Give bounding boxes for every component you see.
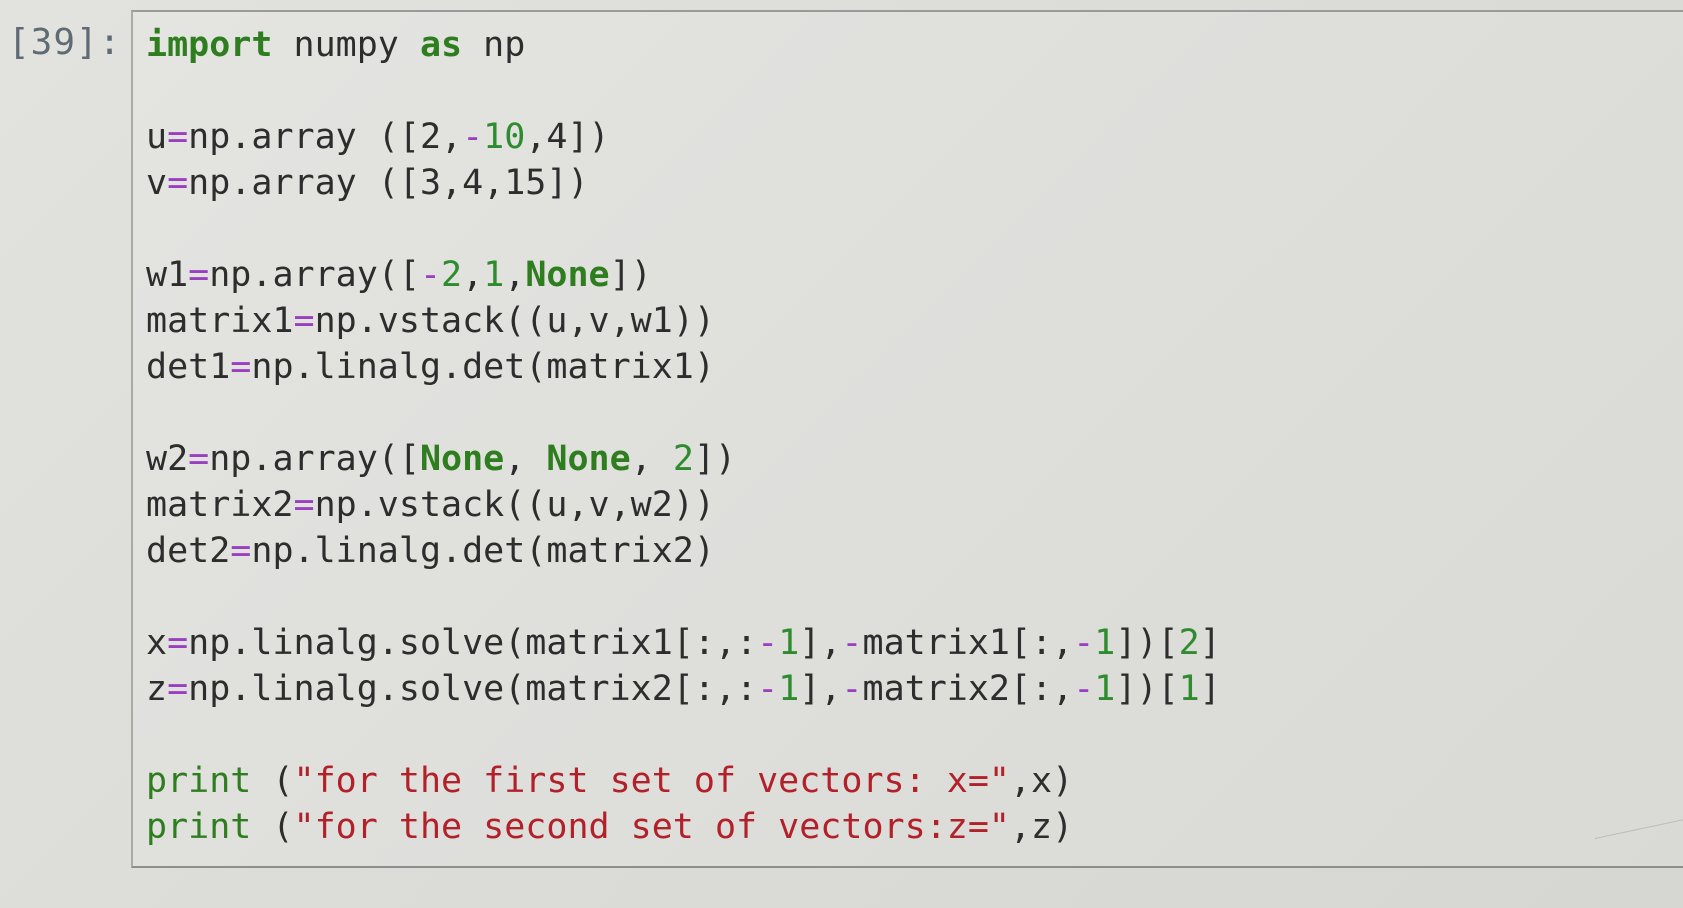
operator-token: -: [419, 255, 442, 295]
operator-token: -: [1073, 623, 1095, 663]
blank-code-line: [146, 390, 1221, 436]
operator-token: -: [757, 669, 779, 709]
identifier-token: matrix1[:,: [862, 623, 1074, 663]
code-line: import numpy as np: [146, 22, 1221, 68]
code-line: print ("for the first set of vectors: x=…: [146, 758, 1221, 804]
number-token: 2: [441, 255, 463, 295]
identifier-token: np.vstack((u,v,w2)): [314, 485, 715, 525]
code-line: matrix1=np.vstack((u,v,w1)): [146, 298, 1221, 344]
number-token: 1: [1094, 669, 1116, 709]
identifier-token: z: [146, 669, 168, 709]
identifier-token: w2: [146, 439, 189, 479]
code-line: w2=np.array([None, None, 2]): [146, 436, 1221, 482]
identifier-token: np.vstack((u,v,w1)): [314, 301, 715, 341]
identifier-token: np.linalg.solve(matrix2[:,:: [188, 669, 758, 709]
identifier-token: ,4]): [525, 117, 610, 157]
identifier-token: det2: [146, 531, 231, 571]
identifier-token: ,z): [1009, 807, 1074, 847]
code-line: z=np.linalg.solve(matrix2[:,:-1],-matrix…: [146, 666, 1221, 712]
identifier-token: np.array ([2,: [188, 117, 463, 157]
identifier-token: ]): [609, 255, 652, 295]
string-token: "for the second set of vectors:z=": [293, 807, 1010, 847]
number-token: 1: [778, 623, 800, 663]
operator-token: =: [167, 163, 189, 203]
keyword-token: import: [146, 25, 273, 65]
operator-token: =: [293, 301, 315, 341]
code-line: matrix2=np.vstack((u,v,w2)): [146, 482, 1221, 528]
builtin-token: print: [146, 807, 252, 847]
identifier-token: ],: [799, 669, 842, 709]
code-line: w1=np.array([-2,1,None]): [146, 252, 1221, 298]
code-editor[interactable]: import numpy as np u=np.array ([2,-10,4])…: [146, 22, 1221, 850]
identifier-token: np: [462, 25, 526, 65]
identifier-token: det1: [146, 347, 231, 387]
operator-token: =: [188, 255, 210, 295]
blank-code-line: [146, 574, 1221, 620]
identifier-token: ]): [693, 439, 737, 479]
code-line: x=np.linalg.solve(matrix1[:,:-1],-matrix…: [146, 620, 1221, 666]
keyword-token: None: [546, 439, 631, 479]
number-token: 1: [1094, 623, 1116, 663]
operator-token: -: [841, 623, 863, 663]
identifier-token: x: [146, 623, 168, 663]
identifier-token: v: [146, 163, 168, 203]
number-token: 2: [1178, 623, 1200, 663]
execution-count-prompt: [39]:: [8, 22, 122, 63]
operator-token: -: [1073, 669, 1095, 709]
identifier-token: ,: [504, 439, 547, 479]
identifier-token: matrix1: [146, 301, 294, 341]
code-line: u=np.array ([2,-10,4]): [146, 114, 1221, 160]
code-line: v=np.array ([3,4,15]): [146, 160, 1221, 206]
identifier-token: w1: [146, 255, 189, 295]
keyword-token: as: [419, 25, 463, 65]
identifier-token: np.linalg.det(matrix2): [251, 531, 715, 571]
identifier-token: ,: [504, 255, 526, 295]
identifier-token: (: [251, 807, 294, 847]
code-line: det2=np.linalg.det(matrix2): [146, 528, 1221, 574]
blank-code-line: [146, 206, 1221, 252]
number-token: 2: [672, 439, 694, 479]
keyword-token: None: [525, 255, 610, 295]
identifier-token: ]: [1199, 623, 1221, 663]
identifier-token: numpy: [272, 25, 420, 65]
identifier-token: matrix2[:,: [862, 669, 1074, 709]
identifier-token: np.array([: [209, 255, 420, 295]
operator-token: -: [462, 117, 484, 157]
keyword-token: None: [419, 439, 505, 479]
identifier-token: u: [146, 117, 168, 157]
blank-code-line: [146, 712, 1221, 758]
operator-token: =: [167, 623, 189, 663]
code-line: det1=np.linalg.det(matrix1): [146, 344, 1221, 390]
operator-token: =: [188, 439, 210, 479]
operator-token: -: [841, 669, 863, 709]
identifier-token: np.linalg.solve(matrix1[:,:: [188, 623, 758, 663]
operator-token: =: [293, 485, 315, 525]
identifier-token: ,: [462, 255, 484, 295]
identifier-token: ])[: [1115, 669, 1179, 709]
identifier-token: ],: [799, 623, 842, 663]
identifier-token: ,x): [1009, 761, 1074, 801]
operator-token: -: [757, 623, 779, 663]
identifier-token: (: [251, 761, 294, 801]
number-token: 10: [483, 117, 526, 157]
number-token: 1: [483, 255, 505, 295]
blank-code-line: [146, 68, 1221, 114]
operator-token: =: [167, 669, 189, 709]
identifier-token: ,: [630, 439, 673, 479]
operator-token: =: [230, 531, 252, 571]
identifier-token: ])[: [1115, 623, 1179, 663]
operator-token: =: [230, 347, 252, 387]
operator-token: =: [167, 117, 189, 157]
identifier-token: np.linalg.det(matrix1): [251, 347, 715, 387]
identifier-token: matrix2: [146, 485, 294, 525]
identifier-token: np.array([: [209, 439, 420, 479]
number-token: 1: [1178, 669, 1200, 709]
identifier-token: np.array ([3,4,15]): [188, 163, 589, 203]
number-token: 1: [778, 669, 800, 709]
builtin-token: print: [146, 761, 252, 801]
code-line: print ("for the second set of vectors:z=…: [146, 804, 1221, 850]
identifier-token: ]: [1199, 669, 1221, 709]
string-token: "for the first set of vectors: x=": [293, 761, 1010, 801]
